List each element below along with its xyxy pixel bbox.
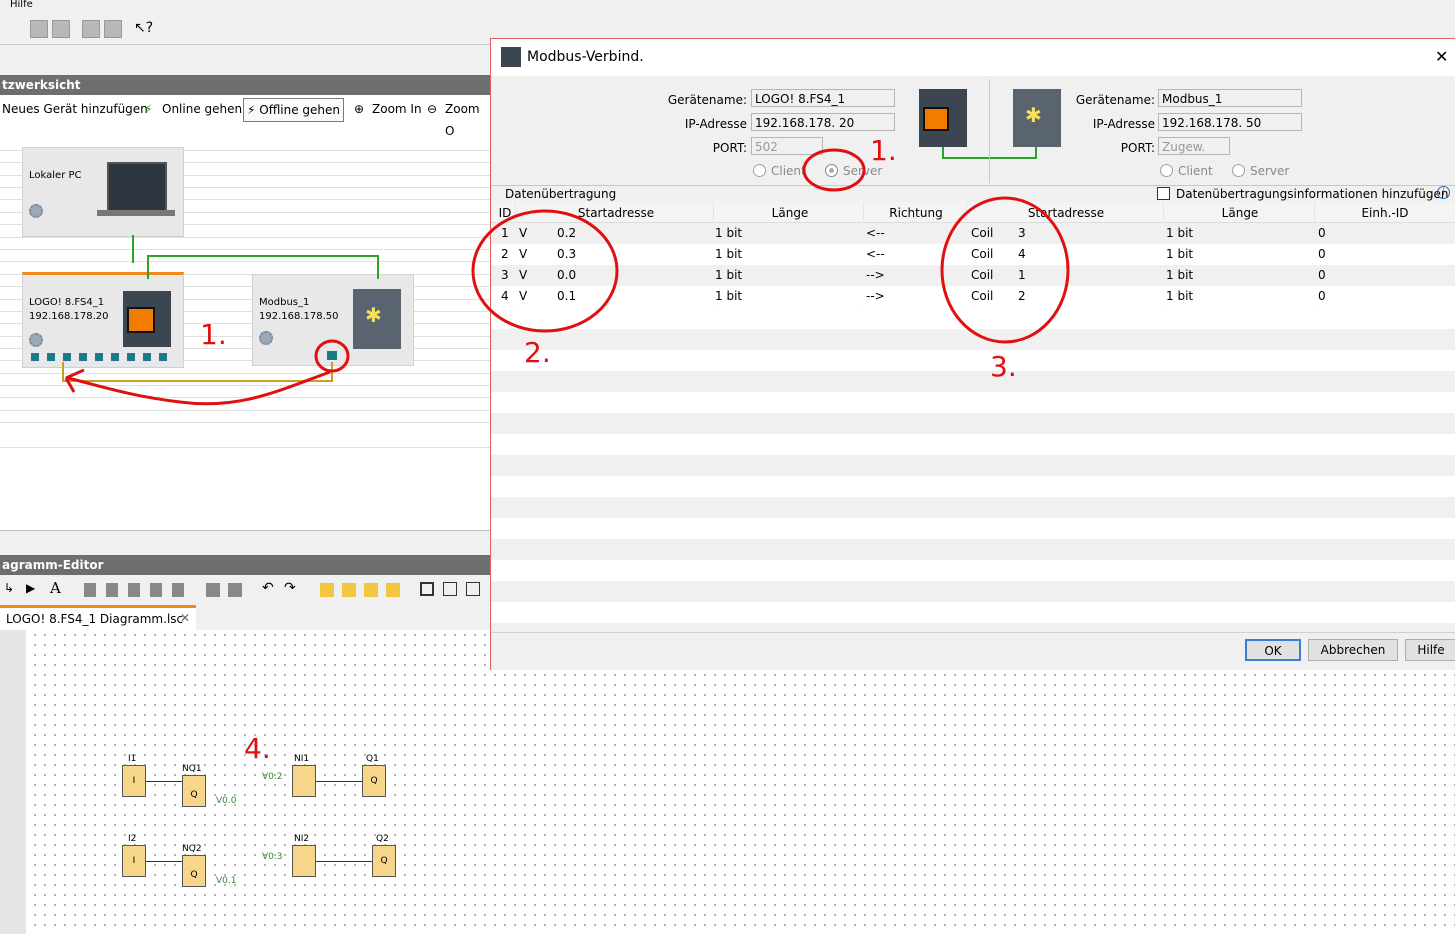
annotation-4: 4.: [244, 732, 271, 765]
annotation-2: 2.: [524, 336, 551, 369]
annotation-circle-port: [314, 339, 350, 373]
annotation-overlay: [64, 148, 1070, 406]
annotation-circle-local: [471, 209, 619, 333]
annotation-circle-remote: [940, 196, 1070, 344]
annotation-1-dialog: 1.: [870, 134, 897, 167]
annotation-circle-server: [802, 148, 866, 192]
annotation-3: 3.: [990, 350, 1017, 383]
annotation-arrow: [67, 370, 331, 406]
annotation-1-network: 1.: [200, 318, 227, 351]
